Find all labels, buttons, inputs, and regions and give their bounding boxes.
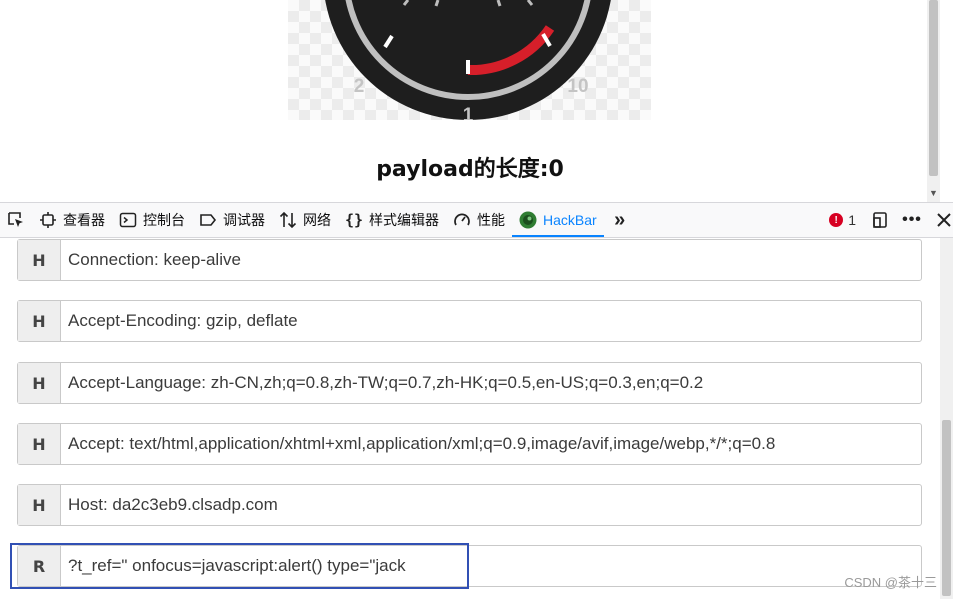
gauge-image: 2 1 10 (288, 0, 651, 120)
debugger-icon (199, 211, 217, 229)
tab-performance-label: 性能 (477, 212, 505, 228)
pick-element-icon (7, 211, 25, 229)
page-scrollbar[interactable]: ▼ (927, 0, 940, 202)
annotation-highlight-box (10, 543, 469, 589)
panel-scrollbar[interactable] (940, 238, 953, 599)
tab-network[interactable]: 网络 (272, 203, 338, 237)
header-value-input[interactable]: Accept-Language: zh-CN,zh;q=0.8,zh-TW;q=… (61, 363, 921, 403)
tab-inspector[interactable]: 查看器 (32, 203, 112, 237)
header-type-toggle[interactable]: H (18, 301, 61, 341)
error-count: 1 (848, 212, 856, 228)
header-value-input[interactable]: Host: da2c3eb9.clsadp.com (61, 485, 921, 525)
responsive-design-button[interactable] (864, 203, 896, 237)
tab-debugger[interactable]: 调试器 (192, 203, 272, 237)
gauge-tick (496, 0, 502, 7)
tab-debugger-label: 调试器 (223, 212, 265, 228)
tab-console[interactable]: 控制台 (112, 203, 192, 237)
error-count-badge[interactable]: ! 1 (821, 212, 864, 228)
gauge-label-10: 10 (567, 76, 588, 97)
tab-performance[interactable]: 性能 (446, 203, 512, 237)
responsive-design-icon (871, 211, 889, 229)
page-scrollbar-thumb[interactable] (929, 0, 938, 176)
header-type-toggle[interactable]: H (18, 485, 61, 525)
close-icon (935, 211, 953, 229)
close-devtools-button[interactable] (928, 203, 953, 237)
header-type-toggle[interactable]: H (18, 424, 61, 464)
performance-icon (453, 211, 471, 229)
header-type-toggle[interactable]: H (18, 363, 61, 403)
console-icon (119, 211, 137, 229)
tab-network-label: 网络 (303, 212, 331, 228)
gauge-svg: 2 1 10 (325, 0, 611, 120)
tab-console-label: 控制台 (143, 212, 185, 228)
header-row: H Accept-Language: zh-CN,zh;q=0.8,zh-TW;… (17, 362, 922, 404)
header-value-input[interactable]: Accept-Encoding: gzip, deflate (61, 301, 921, 341)
header-row: H Host: da2c3eb9.clsadp.com (17, 484, 922, 526)
chevron-double-right-icon: » (614, 208, 626, 231)
header-value-input[interactable]: Accept: text/html,application/xhtml+xml,… (61, 424, 921, 464)
pick-element-button[interactable] (0, 203, 32, 237)
page-content: 2 1 10 payload的长度:0 ▼ (0, 0, 940, 202)
style-editor-icon: {} (344, 211, 364, 229)
hackbar-panel: H Connection: keep-alive H Accept-Encodi… (0, 238, 953, 599)
header-row: H Accept-Encoding: gzip, deflate (17, 300, 922, 342)
header-type-toggle[interactable]: H (18, 240, 61, 280)
tab-hackbar[interactable]: HackBar (512, 203, 604, 237)
tab-style-editor-label: 样式编辑器 (369, 212, 439, 228)
tab-hackbar-label: HackBar (543, 212, 597, 228)
error-icon: ! (829, 213, 844, 227)
header-value-input[interactable]: Connection: keep-alive (61, 240, 921, 280)
ellipsis-icon: ••• (902, 211, 922, 228)
gauge-label-1: 1 (463, 105, 474, 120)
watermark: CSDN @茶十三 (844, 575, 937, 590)
inspector-icon (39, 211, 57, 229)
scroll-down-arrow-icon[interactable]: ▼ (927, 186, 940, 200)
header-row: H Connection: keep-alive (17, 239, 922, 281)
hackbar-icon (519, 211, 537, 229)
gauge-label-2: 2 (354, 76, 365, 97)
more-tools-button[interactable]: » (604, 203, 636, 237)
tab-inspector-label: 查看器 (63, 212, 105, 228)
payload-length-label: payload的长度:0 (376, 157, 564, 182)
panel-scrollbar-thumb[interactable] (942, 420, 951, 596)
devtools-menu-button[interactable]: ••• (896, 203, 928, 237)
tab-style-editor[interactable]: {} 样式编辑器 (338, 203, 446, 237)
header-row: H Accept: text/html,application/xhtml+xm… (17, 423, 922, 465)
network-icon (279, 211, 297, 229)
gauge-tick (434, 0, 440, 7)
devtools-toolbar: 查看器 控制台 调试器 网络 {} 样式编辑器 性能 HackBar » ! 1… (0, 202, 953, 238)
